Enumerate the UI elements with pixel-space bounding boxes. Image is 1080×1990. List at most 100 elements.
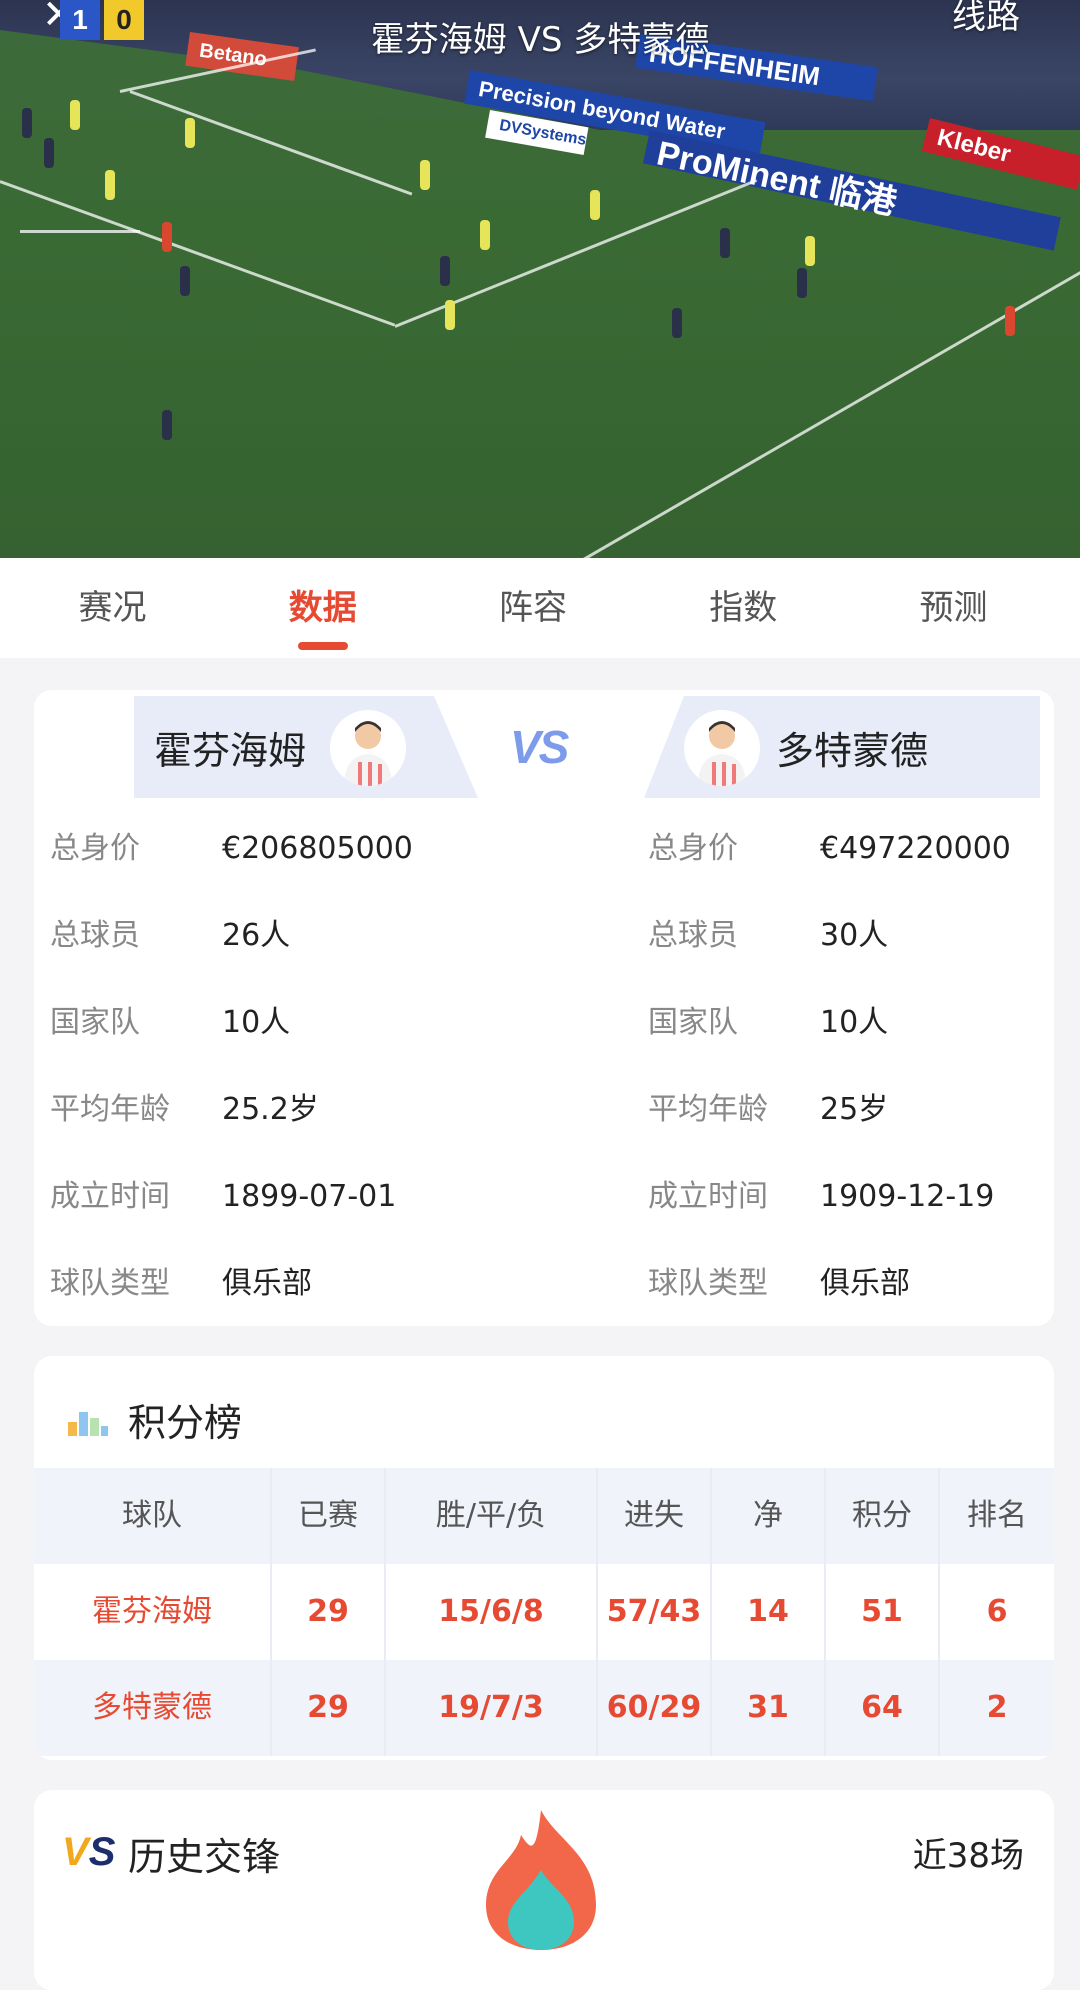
stat-value: €206805000 xyxy=(222,831,413,866)
player xyxy=(185,118,195,148)
stat-label: 球队类型 xyxy=(648,1266,768,1301)
standings-card: 积分榜 球队 已赛 胜/平/负 进失 净 积分 排名 霍芬海姆 29 15/6/… xyxy=(34,1356,1054,1760)
standings-table: 球队 已赛 胜/平/负 进失 净 积分 排名 霍芬海姆 29 15/6/8 57… xyxy=(34,1468,1054,1756)
stat-value: 25岁 xyxy=(820,1092,889,1127)
pitch-line xyxy=(579,260,1080,558)
table-row[interactable]: 霍芬海姆 29 15/6/8 57/43 14 51 6 xyxy=(34,1564,1054,1660)
table-cell: 29 xyxy=(272,1660,386,1756)
player xyxy=(1005,306,1015,336)
tab-lineup[interactable]: 阵容 xyxy=(451,558,616,658)
pitch-line xyxy=(20,230,140,233)
home-stat-row: 总球员 26人 xyxy=(50,893,510,979)
stat-label: 总身价 xyxy=(50,831,140,866)
stat-label: 国家队 xyxy=(50,1005,140,1040)
vs-logo-icon: VS xyxy=(62,1830,116,1874)
stat-label: 总身价 xyxy=(648,831,738,866)
stat-value: 俱乐部 xyxy=(820,1266,910,1301)
column-header: 球队 xyxy=(34,1468,272,1564)
table-header-row: 球队 已赛 胜/平/负 进失 净 积分 排名 xyxy=(34,1468,1054,1564)
stat-value: 10人 xyxy=(222,1005,291,1040)
tab-overview[interactable]: 赛况 xyxy=(30,558,195,658)
player xyxy=(420,160,430,190)
player xyxy=(22,108,32,138)
stat-label: 成立时间 xyxy=(50,1179,170,1214)
stat-value: 26人 xyxy=(222,918,291,953)
stat-label: 成立时间 xyxy=(648,1179,768,1214)
table-cell: 霍芬海姆 xyxy=(34,1564,272,1660)
tab-data[interactable]: 数据 xyxy=(240,558,405,658)
standings-title: 积分榜 xyxy=(128,1401,243,1445)
player xyxy=(440,256,450,286)
head-to-head-title: 历史交锋 xyxy=(128,1835,281,1879)
column-header: 积分 xyxy=(826,1468,940,1564)
column-header: 胜/平/负 xyxy=(386,1468,598,1564)
player xyxy=(445,300,455,330)
player xyxy=(162,410,172,440)
stat-value: €497220000 xyxy=(820,831,1011,866)
stat-value: 1909-12-19 xyxy=(820,1179,995,1214)
player xyxy=(480,220,490,250)
head-to-head-count: 近38场 xyxy=(912,1836,1024,1876)
pitch-line xyxy=(0,180,396,327)
away-stat-row: 成立时间 1909-12-19 xyxy=(648,1154,1048,1240)
away-stat-row: 总身价 €497220000 xyxy=(648,806,1048,892)
away-stat-row: 平均年龄 25岁 xyxy=(648,1067,1048,1153)
tab-odds[interactable]: 指数 xyxy=(661,558,826,658)
stat-label: 平均年龄 xyxy=(50,1092,170,1127)
stat-value: 俱乐部 xyxy=(222,1266,312,1301)
match-video-player[interactable]: Precision beyond Water ProMinent 临港 Kleb… xyxy=(0,0,1080,558)
home-stat-row: 平均年龄 25.2岁 xyxy=(50,1067,510,1153)
player xyxy=(805,236,815,266)
table-cell: 57/43 xyxy=(598,1564,712,1660)
stat-label: 球队类型 xyxy=(50,1266,170,1301)
column-header: 已赛 xyxy=(272,1468,386,1564)
table-cell: 51 xyxy=(826,1564,940,1660)
stat-value: 30人 xyxy=(820,918,889,953)
avatar-icon xyxy=(698,721,746,786)
table-cell: 29 xyxy=(272,1564,386,1660)
chart-bars-icon xyxy=(68,1412,108,1436)
home-stat-row: 成立时间 1899-07-01 xyxy=(50,1154,510,1240)
column-header: 进失 xyxy=(598,1468,712,1564)
column-header: 排名 xyxy=(967,1498,1027,1533)
table-cell: 64 xyxy=(826,1660,940,1756)
player xyxy=(797,268,807,298)
stat-value: 25.2岁 xyxy=(222,1092,319,1127)
player xyxy=(162,222,172,252)
stat-label: 总球员 xyxy=(648,918,738,953)
player xyxy=(105,170,115,200)
standings-header: 积分榜 xyxy=(34,1356,1054,1468)
table-row[interactable]: 多特蒙德 29 19/7/3 60/29 31 64 2 xyxy=(34,1660,1054,1756)
stat-label: 国家队 xyxy=(648,1005,738,1040)
column-header: 净 xyxy=(712,1468,826,1564)
team-info-card: 霍芬海姆 VS 多特蒙德 总身价 €206805000 总球员 26人 国家队 … xyxy=(34,690,1054,1326)
player xyxy=(590,190,600,220)
stat-label: 平均年龄 xyxy=(648,1092,768,1127)
tab-bar: 赛况 数据 阵容 指数 预测 xyxy=(0,558,1080,658)
head-to-head-card[interactable]: VS 历史交锋 近38场 xyxy=(34,1790,1054,1990)
route-button[interactable]: 线路 xyxy=(952,0,1020,34)
home-stat-row: 国家队 10人 xyxy=(50,980,510,1066)
stat-value: 10人 xyxy=(820,1005,889,1040)
table-cell: 31 xyxy=(712,1660,826,1756)
table-cell: 19/7/3 xyxy=(386,1660,598,1756)
away-team-header: 多特蒙德 xyxy=(34,690,1054,798)
match-title: 霍芬海姆 VS 多特蒙德 xyxy=(370,20,710,60)
home-stat-row: 总身价 €206805000 xyxy=(50,806,510,892)
away-stat-row: 总球员 30人 xyxy=(648,893,1048,979)
table-cell: 2 xyxy=(986,1690,1008,1725)
player xyxy=(720,228,730,258)
tab-prediction[interactable]: 预测 xyxy=(871,558,1036,658)
away-stat-row: 国家队 10人 xyxy=(648,980,1048,1066)
home-stat-row: 球队类型 俱乐部 xyxy=(50,1241,510,1327)
table-cell: 60/29 xyxy=(598,1660,712,1756)
away-team-avatar xyxy=(684,710,760,786)
player xyxy=(44,138,54,168)
table-cell: 6 xyxy=(986,1594,1008,1629)
player xyxy=(180,266,190,296)
player xyxy=(672,308,682,338)
stat-value: 1899-07-01 xyxy=(222,1179,397,1214)
table-cell: 15/6/8 xyxy=(386,1564,598,1660)
flame-icon xyxy=(486,1810,596,1950)
stat-label: 总球员 xyxy=(50,918,140,953)
